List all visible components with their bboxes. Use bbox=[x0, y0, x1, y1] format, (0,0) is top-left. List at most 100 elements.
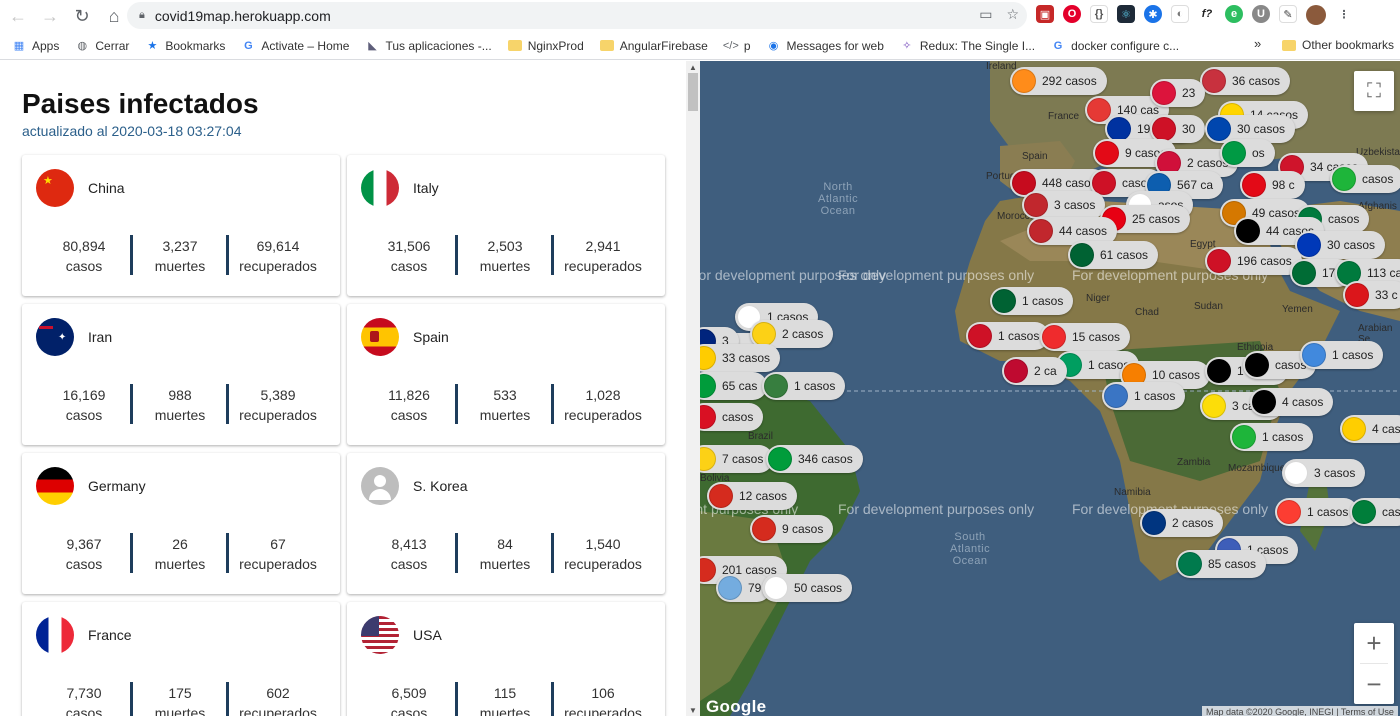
scroll-thumb[interactable] bbox=[688, 73, 698, 111]
marker-flag-icon bbox=[1222, 141, 1246, 165]
country-marker[interactable]: 3 casos bbox=[1282, 459, 1366, 487]
country-marker[interactable]: 4 casos bbox=[1250, 388, 1334, 416]
deaths-value: 533 bbox=[493, 387, 517, 403]
world-map[interactable]: North Atlantic Ocean South Atlantic Ocea… bbox=[700, 61, 1400, 716]
country-marker[interactable]: 9 casos bbox=[750, 515, 834, 543]
country-marker[interactable]: 1 casos bbox=[762, 372, 846, 400]
country-marker[interactable]: 36 casos bbox=[1200, 67, 1291, 95]
recovered-stat: 1,028 recuperados bbox=[553, 385, 653, 425]
country-card[interactable]: S. Korea 8,413 casos 84 muertes 1,540 recupera… bbox=[347, 453, 665, 594]
country-card[interactable]: Italy 31,506 casos 2,503 muertes 2,941 recuper… bbox=[347, 155, 665, 296]
fx-icon[interactable]: f? bbox=[1198, 5, 1216, 23]
reload-icon[interactable]: ↻ bbox=[68, 2, 96, 30]
country-marker[interactable]: 292 casos bbox=[1010, 67, 1107, 95]
country-marker[interactable]: 3 casos bbox=[1022, 191, 1106, 219]
country-card[interactable]: USA 6,509 casos 115 muertes 106 recuperados bbox=[347, 602, 665, 716]
scroll-down-arrow-icon[interactable]: ▼ bbox=[689, 706, 697, 715]
country-marker[interactable]: 7 casos bbox=[700, 445, 774, 473]
country-marker[interactable]: 15 casos bbox=[1040, 323, 1131, 351]
country-marker[interactable]: 1 casos bbox=[966, 322, 1050, 350]
bookmark-angularfirebase[interactable]: AngularFirebase bbox=[599, 39, 708, 53]
bookmark-apps[interactable]: ▦ Apps bbox=[12, 39, 60, 53]
country-marker[interactable]: 1 casos bbox=[1275, 498, 1359, 526]
country-card[interactable]: ★ China 80,894 casos 3,237 muertes 69,614 recup… bbox=[22, 155, 340, 296]
cast-icon[interactable]: ▭ bbox=[979, 6, 992, 23]
country-marker[interactable]: 2 ca bbox=[1002, 357, 1067, 385]
zoom-out-button[interactable]: − bbox=[1354, 664, 1394, 704]
country-marker[interactable]: 33 c bbox=[1343, 281, 1400, 309]
scroll-up-arrow-icon[interactable]: ▲ bbox=[689, 63, 697, 72]
country-card[interactable]: Spain 11,826 casos 533 muertes 1,028 recuperad… bbox=[347, 304, 665, 445]
country-marker[interactable]: 50 casos bbox=[762, 574, 853, 602]
country-marker[interactable]: 1 casos bbox=[1230, 423, 1314, 451]
country-marker[interactable]: os bbox=[1220, 139, 1275, 167]
country-marker[interactable]: casos bbox=[700, 403, 764, 431]
bookmarks-bar: ▦ Apps ◍ Cerrar ★ Bookmarks G Activate – Hom… bbox=[0, 32, 1400, 60]
country-marker[interactable]: 4 cas bbox=[1340, 415, 1400, 443]
marker-flag-icon bbox=[1024, 193, 1048, 217]
map-terms[interactable]: Map data ©2020 Google, INEGI | Terms of … bbox=[1202, 706, 1398, 716]
country-marker[interactable]: cas bbox=[1350, 498, 1400, 526]
marker-flag-icon bbox=[752, 517, 776, 541]
bookmark-p[interactable]: </> p bbox=[723, 39, 751, 53]
country-marker[interactable]: 2 casos bbox=[1140, 509, 1224, 537]
country-marker[interactable]: 1 casos bbox=[1102, 382, 1186, 410]
opera-icon[interactable]: O bbox=[1063, 5, 1081, 23]
scrollbar[interactable]: ▲ ▼ bbox=[686, 61, 700, 716]
bookmark-star-icon[interactable]: ☆ bbox=[1006, 6, 1019, 23]
bookmark-heroku-apps[interactable]: ◣ Tus aplicaciones -... bbox=[365, 39, 492, 53]
evernote-icon[interactable]: e bbox=[1225, 5, 1243, 23]
forward-arrow-icon[interactable]: → bbox=[36, 2, 64, 30]
fullscreen-button[interactable]: ⛶ bbox=[1354, 71, 1394, 111]
back-arrow-icon[interactable]: ← bbox=[4, 2, 32, 30]
other-bookmarks[interactable]: Other bookmarks bbox=[1282, 38, 1394, 52]
deaths-value: 115 bbox=[493, 685, 517, 701]
country-marker[interactable]: 23 bbox=[1150, 79, 1206, 107]
country-marker[interactable]: 61 casos bbox=[1068, 241, 1159, 269]
zoom-in-button[interactable]: + bbox=[1354, 623, 1394, 663]
cases-value: 8,413 bbox=[391, 536, 427, 552]
puzzle-icon[interactable]: ✎ bbox=[1279, 5, 1297, 23]
country-marker[interactable]: 1 casos bbox=[1300, 341, 1384, 369]
country-card[interactable]: ✦ Iran 16,169 casos 988 muertes 5,389 recuperad… bbox=[22, 304, 340, 445]
bookmark-docker[interactable]: Gdocker configure c... bbox=[1051, 39, 1179, 53]
profile-avatar[interactable] bbox=[1306, 5, 1326, 25]
extension-icon[interactable]: ▣ bbox=[1036, 5, 1054, 23]
bookmarks-overflow-button[interactable]: » bbox=[1254, 36, 1261, 51]
deaths-value: 26 bbox=[172, 536, 188, 552]
browser-toolbar: ← → ↻ ⌂ 🔒︎ covid19map.herokuapp.com ▭ ☆ … bbox=[0, 0, 1400, 32]
map-place-label: Spain bbox=[1022, 151, 1048, 162]
marker-case-count: casos bbox=[722, 410, 754, 424]
country-marker[interactable]: 33 casos bbox=[700, 344, 781, 372]
marker-flag-icon bbox=[1202, 69, 1226, 93]
country-marker[interactable]: 12 casos bbox=[707, 482, 798, 510]
country-marker[interactable]: 30 casos bbox=[1295, 231, 1386, 259]
apps-grid-icon: ▦ bbox=[13, 40, 25, 52]
json-icon[interactable]: {} bbox=[1090, 5, 1108, 23]
address-bar[interactable]: 🔒︎ covid19map.herokuapp.com ▭ ☆ bbox=[127, 2, 1027, 29]
country-marker[interactable]: 1 casos bbox=[990, 287, 1074, 315]
bookmark-messages[interactable]: ◉ Messages for web bbox=[767, 39, 884, 53]
extension-icon[interactable]: ◐ bbox=[1171, 5, 1189, 23]
bookmark-redux[interactable]: ✧ Redux: The Single I... bbox=[900, 39, 1035, 53]
extension-icon[interactable]: ✱ bbox=[1144, 5, 1162, 23]
country-card[interactable]: Germany 9,367 casos 26 muertes 67 recuperados bbox=[22, 453, 340, 594]
marker-flag-icon bbox=[1012, 69, 1036, 93]
bookmark-nginxprod[interactable]: NginxProd bbox=[507, 39, 584, 53]
bookmark-cerrar[interactable]: ◍ Cerrar bbox=[75, 39, 130, 53]
country-card[interactable]: France 7,730 casos 175 muertes 602 recuperados bbox=[22, 602, 340, 716]
marker-case-count: 2 ca bbox=[1034, 364, 1057, 378]
country-marker[interactable]: 196 casos bbox=[1205, 247, 1302, 275]
deaths-stat: 533 muertes bbox=[457, 385, 553, 425]
bookmark-bookmarks[interactable]: ★ Bookmarks bbox=[145, 39, 225, 53]
bookmark-activate[interactable]: G Activate – Home bbox=[241, 39, 349, 53]
home-icon[interactable]: ⌂ bbox=[100, 2, 128, 30]
country-marker[interactable]: 65 cas bbox=[700, 372, 768, 400]
country-marker[interactable]: 85 casos bbox=[1176, 550, 1267, 578]
country-marker[interactable]: 346 casos bbox=[766, 445, 863, 473]
extension-icon[interactable]: U bbox=[1252, 5, 1270, 23]
react-icon[interactable]: ⚛ bbox=[1117, 5, 1135, 23]
country-marker[interactable]: 98 c bbox=[1240, 171, 1305, 199]
country-marker[interactable]: casos bbox=[1330, 165, 1400, 193]
menu-dots-icon[interactable]: ⋮ bbox=[1335, 5, 1353, 23]
